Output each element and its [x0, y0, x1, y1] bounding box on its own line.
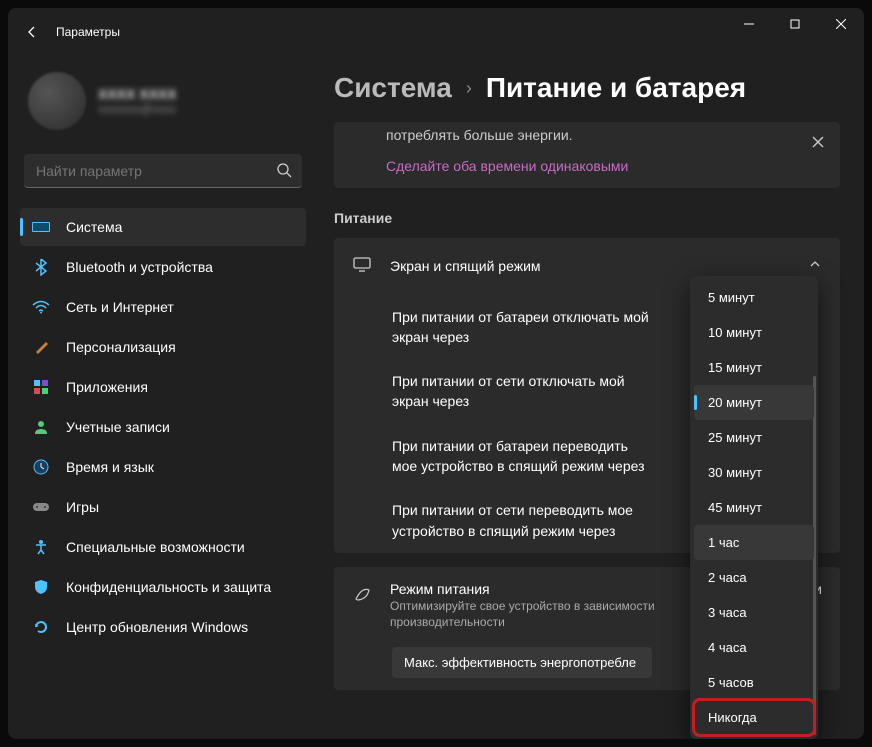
sidebar-item-brush[interactable]: Персонализация	[20, 328, 306, 366]
dropdown-option[interactable]: 30 минут	[694, 455, 814, 490]
sidebar-item-label: Время и язык	[66, 459, 154, 475]
sidebar-item-label: Игры	[66, 499, 99, 515]
content: Система › Питание и батарея потреблять б…	[318, 56, 864, 739]
setting-label: При питании от батареи отключать мой экр…	[392, 307, 652, 348]
bluetooth-icon	[32, 258, 50, 276]
close-icon	[812, 136, 824, 148]
sidebar-item-system[interactable]: Система	[20, 208, 306, 246]
sidebar-item-bluetooth[interactable]: Bluetooth и устройства	[20, 248, 306, 286]
breadcrumb: Система › Питание и батарея	[334, 72, 840, 104]
dropdown-option[interactable]: 5 минут	[694, 280, 814, 315]
search-input[interactable]	[24, 154, 302, 188]
chevron-up-icon	[808, 257, 822, 276]
alert-text: потреблять больше энергии.	[386, 126, 796, 146]
gamepad-icon	[32, 498, 50, 516]
breadcrumb-parent[interactable]: Система	[334, 72, 452, 104]
search-icon	[276, 162, 292, 183]
sidebar-item-label: Центр обновления Windows	[66, 619, 248, 635]
sidebar-item-wifi[interactable]: Сеть и Интернет	[20, 288, 306, 326]
back-button[interactable]	[16, 16, 48, 48]
dropdown-option[interactable]: 1 час	[694, 525, 814, 560]
dropdown-option[interactable]: 25 минут	[694, 420, 814, 455]
sidebar-item-label: Конфиденциальность и защита	[66, 579, 271, 595]
sidebar-item-label: Специальные возможности	[66, 539, 245, 555]
sidebar-item-shield[interactable]: Конфиденциальность и защита	[20, 568, 306, 606]
profile-email: xxxxxxx@xxxx	[98, 102, 177, 116]
power-mode-select[interactable]: Макс. эффективность энергопотребле	[392, 647, 652, 678]
nav: Система Bluetooth и устройства Сеть и Инте…	[20, 208, 306, 646]
chevron-right-icon: ›	[466, 78, 472, 99]
setting-label: При питании от батареи переводить мое ус…	[392, 436, 652, 477]
time-dropdown: 5 минут10 минут15 минут20 минут25 минут3…	[690, 276, 818, 739]
apps-icon	[32, 378, 50, 396]
sidebar-item-label: Bluetooth и устройства	[66, 259, 213, 275]
sidebar-item-label: Персонализация	[66, 339, 176, 355]
sidebar-item-accessibility[interactable]: Специальные возможности	[20, 528, 306, 566]
sidebar-item-gamepad[interactable]: Игры	[20, 488, 306, 526]
body: XXXX XXXX xxxxxxx@xxxx Система Bluetooth …	[8, 56, 864, 739]
shield-icon	[32, 578, 50, 596]
app-title: Параметры	[56, 25, 120, 39]
alert-banner: потреблять больше энергии. Сделайте оба …	[334, 122, 840, 188]
dropdown-option[interactable]: Никогда	[694, 700, 814, 735]
update-icon	[32, 618, 50, 636]
accessibility-icon	[32, 538, 50, 556]
titlebar: Параметры	[8, 8, 864, 56]
screen-sleep-title: Экран и спящий режим	[390, 258, 790, 274]
dropdown-option[interactable]: 45 минут	[694, 490, 814, 525]
dropdown-option[interactable]: 10 минут	[694, 315, 814, 350]
sidebar-item-person[interactable]: Учетные записи	[20, 408, 306, 446]
section-title-power: Питание	[334, 210, 840, 226]
page-title: Питание и батарея	[486, 72, 746, 104]
system-icon	[32, 218, 50, 236]
sidebar-item-label: Учетные записи	[66, 419, 170, 435]
setting-label: При питании от сети отключать мой экран …	[392, 371, 652, 412]
close-button[interactable]	[818, 8, 864, 40]
alert-close-button[interactable]	[806, 130, 830, 154]
brush-icon	[32, 338, 50, 356]
window-controls	[726, 8, 864, 40]
profile-name: XXXX XXXX	[98, 86, 177, 102]
sidebar: XXXX XXXX xxxxxxx@xxxx Система Bluetooth …	[8, 56, 318, 739]
sidebar-item-clock[interactable]: Время и язык	[20, 448, 306, 486]
search-box	[24, 154, 302, 188]
alert-link[interactable]: Сделайте оба времени одинаковыми	[386, 158, 796, 174]
maximize-button[interactable]	[772, 8, 818, 40]
sidebar-item-apps[interactable]: Приложения	[20, 368, 306, 406]
setting-label: При питании от сети переводить мое устро…	[392, 500, 652, 541]
sidebar-item-label: Приложения	[66, 379, 148, 395]
clock-icon	[32, 458, 50, 476]
person-icon	[32, 418, 50, 436]
sidebar-item-update[interactable]: Центр обновления Windows	[20, 608, 306, 646]
dropdown-option[interactable]: 3 часа	[694, 595, 814, 630]
dropdown-option[interactable]: 5 часов	[694, 665, 814, 700]
dropdown-option[interactable]: 2 часа	[694, 560, 814, 595]
arrow-left-icon	[24, 24, 40, 40]
dropdown-option[interactable]: 15 минут	[694, 350, 814, 385]
sidebar-item-label: Система	[66, 219, 122, 235]
avatar	[28, 72, 86, 130]
dropdown-option[interactable]: 4 часа	[694, 630, 814, 665]
wifi-icon	[32, 298, 50, 316]
monitor-icon	[352, 254, 372, 279]
profile[interactable]: XXXX XXXX xxxxxxx@xxxx	[20, 56, 306, 150]
settings-window: Параметры XXXX XXXX xxxxxxx@xxxx Сист	[8, 8, 864, 739]
sidebar-item-label: Сеть и Интернет	[66, 299, 174, 315]
leaf-icon	[352, 585, 372, 610]
dropdown-option[interactable]: 20 минут	[694, 385, 814, 420]
minimize-button[interactable]	[726, 8, 772, 40]
